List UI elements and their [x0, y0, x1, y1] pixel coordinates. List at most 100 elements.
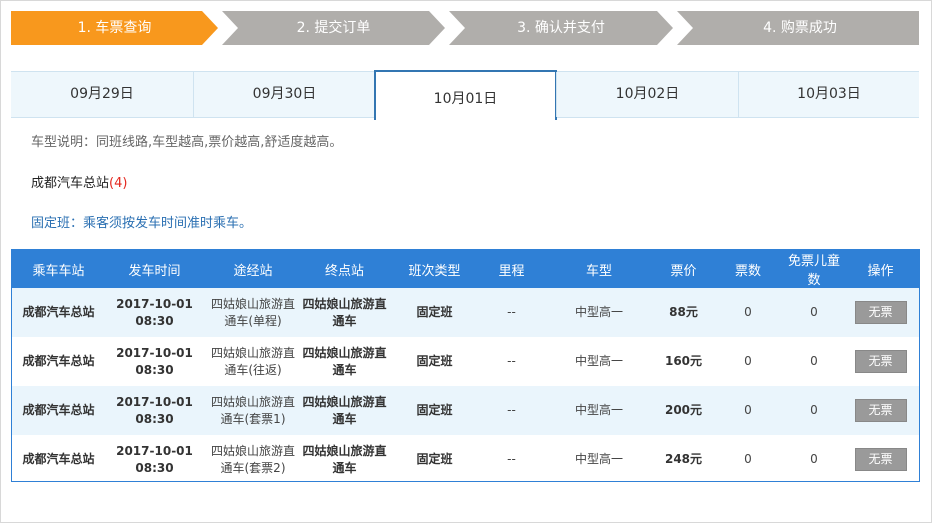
cell-price: 248元 [657, 435, 710, 481]
date-tab-label: 10月03日 [797, 86, 861, 102]
cell-time: 08:30 [135, 460, 174, 475]
cell-date: 2017-10-01 [116, 443, 193, 458]
cell-dest-line2: 通车 [332, 313, 357, 328]
date-tab-0930[interactable]: 09月30日 [193, 72, 375, 117]
cell-via: 四姑娘山旅游直 通车(往返) [204, 337, 302, 386]
cell-date: 2017-10-01 [116, 394, 193, 409]
cell-station: 成都汽车总站 [12, 435, 105, 481]
cell-date: 2017-10-01 [116, 345, 193, 360]
col-header-via: 途经站 [204, 250, 302, 288]
no-ticket-button[interactable]: 无票 [854, 350, 907, 373]
col-header-vehicle: 车型 [541, 250, 657, 288]
cell-dest-line1: 四姑娘山旅游直 [302, 345, 387, 360]
col-header-distance: 里程 [482, 250, 541, 288]
cell-distance: -- [482, 435, 541, 481]
fixed-schedule-note: 固定班：乘客须按发车时间准时乘车。 [31, 216, 253, 231]
no-ticket-button[interactable]: 无票 [854, 399, 907, 422]
cell-destination: 四姑娘山旅游直 通车 [302, 386, 387, 435]
cell-price: 88元 [657, 288, 710, 337]
cell-date: 2017-10-01 [116, 296, 193, 311]
cell-via: 四姑娘山旅游直 通车(单程) [204, 288, 302, 337]
cell-dest-line2: 通车 [332, 460, 357, 475]
table-row: 成都汽车总站 2017-10-01 08:30 四姑娘山旅游直 通车(套票2) 四姑… [12, 435, 919, 481]
col-header-type: 班次类型 [387, 250, 482, 288]
table-row: 成都汽车总站 2017-10-01 08:30 四姑娘山旅游直 通车(套票1) 四姑… [12, 386, 919, 435]
cell-depart-time: 2017-10-01 08:30 [105, 288, 204, 337]
cell-via-line2: 通车(套票2) [220, 460, 286, 475]
cell-via-line1: 四姑娘山旅游直 [210, 345, 295, 360]
cell-price: 200元 [657, 386, 710, 435]
date-tab-label: 09月29日 [70, 86, 134, 102]
no-ticket-button[interactable]: 无票 [854, 301, 907, 324]
cell-via: 四姑娘山旅游直 通车(套票1) [204, 386, 302, 435]
cell-action: 无票 [842, 386, 919, 435]
cell-tickets: 0 [710, 386, 786, 435]
date-tabs: 09月29日 09月30日 10月01日 10月02日 10月03日 [11, 70, 919, 120]
col-header-destination: 终点站 [302, 250, 387, 288]
progress-steps: 1. 车票查询 2. 提交订单 3. 确认并支付 4. 购票成功 [11, 11, 919, 45]
date-tab-1002[interactable]: 10月02日 [556, 72, 738, 117]
cell-type: 固定班 [387, 337, 482, 386]
cell-vehicle: 中型高一 [541, 288, 657, 337]
cell-distance: -- [482, 337, 541, 386]
cell-via-line2: 通车(单程) [224, 313, 282, 328]
col-header-price: 票价 [657, 250, 710, 288]
date-tab-0929[interactable]: 09月29日 [11, 72, 193, 117]
date-tab-1003[interactable]: 10月03日 [738, 72, 919, 117]
cell-tickets: 0 [710, 288, 786, 337]
cell-distance: -- [482, 386, 541, 435]
cell-via-line1: 四姑娘山旅游直 [210, 296, 295, 311]
cell-via-line1: 四姑娘山旅游直 [210, 443, 295, 458]
station-heading: 成都汽车总站(4) [31, 172, 127, 191]
vehicle-note: 车型说明：同班线路,车型越高,票价越高,舒适度越高。 [31, 135, 343, 150]
step-1: 1. 车票查询 [77, 20, 152, 36]
cell-destination: 四姑娘山旅游直 通车 [302, 288, 387, 337]
table-row: 成都汽车总站 2017-10-01 08:30 四姑娘山旅游直 通车(单程) 四姑娘… [12, 288, 919, 337]
cell-free-children: 0 [786, 435, 842, 481]
schedule-table: 乘车车站 发车时间 途经站 终点站 班次类型 里程 车型 票价 票数 免票儿童数… [12, 250, 919, 481]
cell-destination: 四姑娘山旅游直 通车 [302, 435, 387, 481]
station-name: 成都汽车总站 [31, 176, 110, 191]
cell-via-line1: 四姑娘山旅游直 [210, 394, 295, 409]
cell-vehicle: 中型高一 [541, 435, 657, 481]
cell-station: 成都汽车总站 [12, 337, 105, 386]
col-header-free-children: 免票儿童数 [786, 250, 842, 288]
cell-vehicle: 中型高一 [541, 386, 657, 435]
no-ticket-button[interactable]: 无票 [854, 448, 907, 471]
cell-dest-line2: 通车 [332, 411, 357, 426]
cell-station: 成都汽车总站 [12, 288, 105, 337]
schedule-table-container: 乘车车站 发车时间 途经站 终点站 班次类型 里程 车型 票价 票数 免票儿童数… [11, 249, 920, 482]
cell-type: 固定班 [387, 435, 482, 481]
cell-via: 四姑娘山旅游直 通车(套票2) [204, 435, 302, 481]
cell-type: 固定班 [387, 288, 482, 337]
cell-distance: -- [482, 288, 541, 337]
cell-via-line2: 通车(往返) [224, 362, 282, 377]
date-tab-label: 09月30日 [252, 86, 317, 102]
col-header-station: 乘车车站 [12, 250, 105, 288]
cell-free-children: 0 [786, 337, 842, 386]
cell-action: 无票 [842, 288, 919, 337]
cell-depart-time: 2017-10-01 08:30 [105, 386, 204, 435]
cell-time: 08:30 [135, 362, 174, 377]
cell-free-children: 0 [786, 288, 842, 337]
cell-type: 固定班 [387, 386, 482, 435]
cell-price: 160元 [657, 337, 710, 386]
date-tab-1001[interactable]: 10月01日 [374, 70, 557, 120]
cell-dest-line1: 四姑娘山旅游直 [302, 443, 387, 458]
step-4: 4. 购票成功 [763, 20, 837, 36]
cell-free-children: 0 [786, 386, 842, 435]
cell-depart-time: 2017-10-01 08:30 [105, 435, 204, 481]
cell-destination: 四姑娘山旅游直 通车 [302, 337, 387, 386]
cell-station: 成都汽车总站 [12, 386, 105, 435]
cell-dest-line1: 四姑娘山旅游直 [302, 394, 387, 409]
step-2: 2. 提交订单 [296, 20, 371, 36]
cell-vehicle: 中型高一 [541, 337, 657, 386]
col-header-action: 操作 [842, 250, 919, 288]
date-tab-label: 10月01日 [433, 91, 498, 107]
step-3: 3. 确认并支付 [517, 20, 605, 36]
cell-action: 无票 [842, 337, 919, 386]
col-header-depart-time: 发车时间 [105, 250, 204, 288]
cell-action: 无票 [842, 435, 919, 481]
table-row: 成都汽车总站 2017-10-01 08:30 四姑娘山旅游直 通车(往返) 四姑娘… [12, 337, 919, 386]
cell-time: 08:30 [135, 411, 174, 426]
